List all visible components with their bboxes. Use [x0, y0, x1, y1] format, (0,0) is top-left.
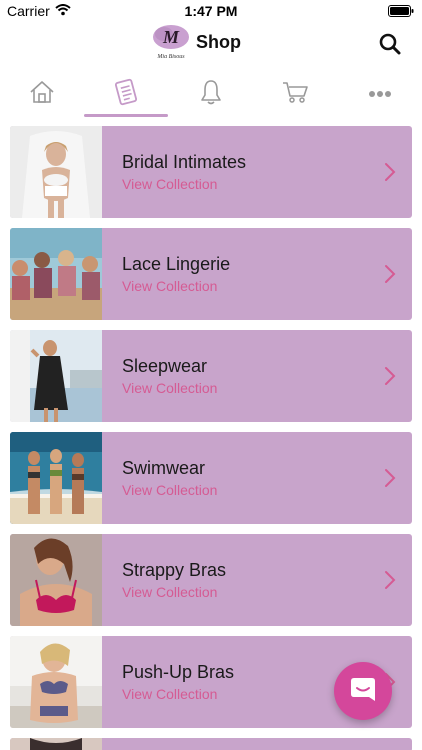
collection-card-partial[interactable] [10, 738, 412, 750]
logo-caption: Mia Bisous [156, 54, 185, 60]
brand-logo: M Mia Bisous [150, 22, 192, 62]
nav-bar: M Mia Bisous Shop [0, 20, 422, 66]
view-collection-link[interactable]: View Collection [122, 278, 217, 294]
collection-card-strappy-bras[interactable]: Strappy Bras View Collection [10, 534, 412, 626]
collection-card-swimwear[interactable]: Swimwear View Collection [10, 432, 412, 524]
collection-thumbnail [10, 432, 102, 524]
view-collection-link[interactable]: View Collection [122, 482, 217, 498]
collection-title: Bridal Intimates [122, 152, 247, 172]
collection-title: Push-Up Bras [122, 662, 235, 682]
view-collection-link[interactable]: View Collection [122, 176, 217, 192]
more-icon [368, 85, 392, 103]
bell-icon [199, 78, 223, 111]
battery-icon [388, 4, 414, 20]
tab-active-indicator [84, 114, 168, 117]
home-icon [29, 80, 55, 109]
cart-icon [281, 79, 309, 110]
collection-thumbnail [10, 330, 102, 422]
collection-card-body [102, 738, 412, 750]
collection-thumbnail [10, 738, 102, 750]
search-icon[interactable] [378, 32, 402, 56]
tab-cart[interactable] [270, 76, 320, 112]
chevron-right-icon [385, 265, 396, 283]
collection-card-body: Sleepwear View Collection [102, 330, 412, 422]
status-time: 1:47 PM [184, 3, 238, 19]
tab-notifications[interactable] [186, 76, 236, 112]
chat-button[interactable] [334, 662, 392, 720]
collection-card-sleepwear[interactable]: Sleepwear View Collection [10, 330, 412, 422]
collection-title: Sleepwear [122, 356, 208, 376]
chevron-right-icon [385, 163, 396, 181]
tab-more[interactable] [355, 76, 405, 112]
chat-icon [348, 674, 378, 709]
tab-bar [0, 70, 422, 118]
collection-title: Strappy Bras [122, 560, 227, 580]
collection-thumbnail [10, 126, 102, 218]
chevron-right-icon [385, 469, 396, 487]
collection-thumbnail [10, 534, 102, 626]
collection-card-body: Bridal Intimates View Collection [102, 126, 412, 218]
collection-title: Lace Lingerie [122, 254, 231, 274]
collection-card-bridal-intimates[interactable]: Bridal Intimates View Collection [10, 126, 412, 218]
chevron-right-icon [385, 367, 396, 385]
tab-home[interactable] [17, 76, 67, 112]
collection-card-body: Swimwear View Collection [102, 432, 412, 524]
collection-title: Swimwear [122, 458, 206, 478]
status-bar: Carrier 1:47 PM [0, 0, 422, 22]
view-collection-link[interactable]: View Collection [122, 584, 217, 600]
logo-letter: M [162, 27, 180, 47]
collection-thumbnail [10, 636, 102, 728]
collection-card-lace-lingerie[interactable]: Lace Lingerie View Collection [10, 228, 412, 320]
collection-card-body: Strappy Bras View Collection [102, 534, 412, 626]
chevron-right-icon [385, 571, 396, 589]
view-collection-link[interactable]: View Collection [122, 380, 217, 396]
collection-card-body: Lace Lingerie View Collection [102, 228, 412, 320]
page-title: Shop [196, 32, 241, 52]
tab-catalog[interactable] [101, 76, 151, 112]
collection-thumbnail [10, 228, 102, 320]
catalog-icon [112, 78, 140, 111]
view-collection-link[interactable]: View Collection [122, 686, 217, 702]
